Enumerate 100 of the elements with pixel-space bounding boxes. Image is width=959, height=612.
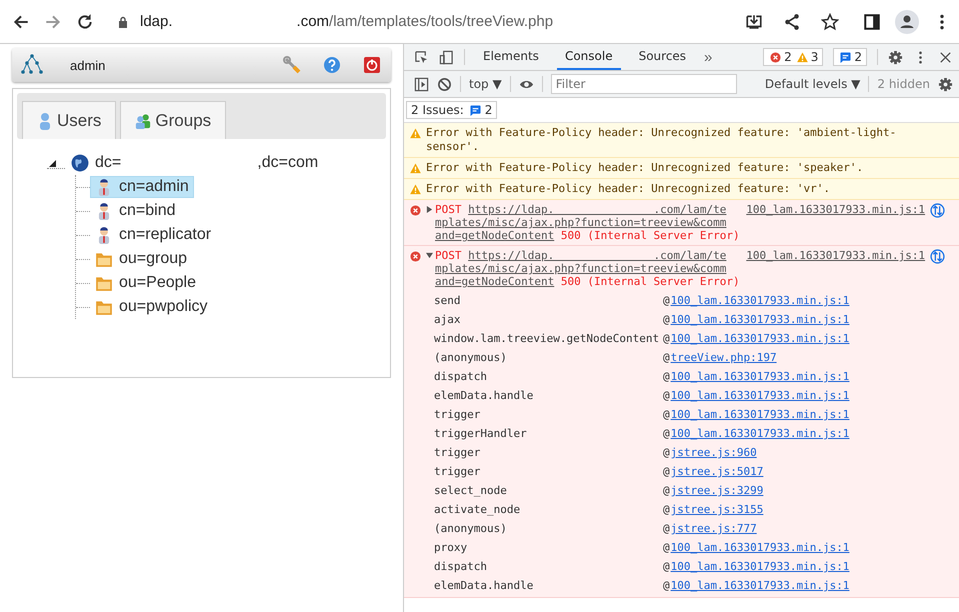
stack-source-link[interactable]: jstree.js:777 (670, 522, 757, 535)
clear-icon[interactable] (437, 76, 452, 92)
user-icon (37, 112, 53, 130)
at-sign: @ (663, 446, 670, 459)
inspect-icon[interactable] (414, 50, 429, 64)
settings-icon[interactable] (888, 50, 903, 64)
at-sign: @ (663, 560, 670, 573)
more-tabs-button[interactable]: » (704, 48, 712, 66)
warning-icon (410, 184, 421, 195)
network-icon[interactable] (930, 203, 946, 218)
back-icon[interactable] (12, 12, 30, 30)
install-icon[interactable] (745, 12, 763, 30)
tree-node[interactable]: ou=group (90, 248, 192, 270)
stack-source-link[interactable]: jstree.js:3299 (670, 484, 764, 497)
avatar-icon[interactable] (895, 10, 919, 34)
user-name: admin (70, 58, 106, 72)
stack-source-link[interactable]: 100_lam.1633017933.min.js:1 (670, 332, 850, 345)
tree-node[interactable]: cn=admin (90, 176, 194, 198)
stack-function: activate_node (434, 503, 522, 516)
devtools-tab[interactable]: Elements (475, 44, 547, 70)
warning-icon (796, 52, 808, 62)
message-icon (470, 104, 481, 116)
message-icon (840, 52, 852, 62)
at-sign: @ (663, 332, 670, 345)
stack-source-link[interactable]: 100_lam.1633017933.min.js:1 (670, 541, 850, 554)
logout-icon[interactable] (363, 56, 381, 74)
source-link[interactable]: 100_lam.1633017933.min.js:1 (746, 203, 926, 216)
expander-icon[interactable] (47, 158, 65, 168)
at-sign: @ (663, 427, 670, 440)
stack-source-link[interactable]: 100_lam.1633017933.min.js:1 (670, 579, 850, 592)
stack-source-link[interactable]: jstree.js:5017 (670, 465, 764, 478)
side-panel-icon[interactable] (863, 12, 881, 30)
warning-icon (410, 163, 421, 174)
tab[interactable]: Users (22, 101, 116, 139)
at-sign: @ (663, 294, 670, 307)
disclosure-icon[interactable] (426, 252, 433, 259)
tree-node[interactable]: dc= ,dc=com (95, 154, 318, 172)
tab[interactable]: Groups (120, 101, 226, 139)
levels-select[interactable]: Default levels ▼ (764, 77, 860, 91)
at-sign: @ (663, 389, 670, 402)
error-message: POST https://ldap. .com/lam/templates/misc/ajax.php?function=treeview&command=getNodeContent 500 (Internal Server Error) (435, 203, 741, 242)
issues-count[interactable]: 2 (833, 48, 867, 66)
error-message: POST https://ldap. .com/lam/templates/misc/ajax.php?function=treeview&command=getNodeContent 500 (Internal Server Error) (435, 249, 741, 288)
reload-icon[interactable] (76, 12, 94, 30)
url-domain: .com (296, 13, 330, 30)
at-sign: @ (663, 522, 670, 535)
sidebar-toggle-icon[interactable] (414, 76, 429, 92)
at-sign: @ (663, 370, 670, 383)
stack-function: proxy (434, 541, 468, 554)
stack-function: elemData.handle (434, 389, 534, 402)
context-select[interactable]: top ▼ (469, 77, 502, 91)
error-icon (770, 52, 782, 62)
message-counts[interactable]: 2 3 (763, 48, 824, 66)
filter-field[interactable]: Filter (550, 74, 737, 94)
stack-function: select_node (434, 484, 508, 497)
stack-source-link[interactable]: treeView.php:197 (670, 351, 777, 364)
stack-function: (anonymous) (434, 522, 508, 535)
hidden-count: 2 hidden (877, 77, 930, 91)
at-sign: @ (663, 465, 670, 478)
group-icon (135, 112, 152, 130)
url-path: /lam/templates/tools/treeView.php (329, 13, 554, 30)
stack-function: ajax (434, 313, 462, 326)
devtools-tab[interactable]: Sources (630, 44, 694, 70)
stack-function: trigger (434, 408, 482, 421)
disclosure-icon[interactable] (426, 206, 433, 213)
tree-node[interactable]: ou=People (90, 272, 201, 294)
stack-source-link[interactable]: 100_lam.1633017933.min.js:1 (670, 370, 850, 383)
stack-function: triggerHandler (434, 427, 528, 440)
share-icon[interactable] (783, 12, 801, 30)
settings-icon[interactable] (938, 76, 953, 92)
close-icon[interactable] (938, 50, 953, 64)
lock-icon (118, 16, 128, 28)
network-icon[interactable] (930, 249, 946, 264)
stack-source-link[interactable]: 100_lam.1633017933.min.js:1 (670, 294, 850, 307)
tree-node[interactable]: cn=bind (90, 200, 180, 222)
tree-node[interactable]: cn=replicator (90, 224, 216, 246)
stack-source-link[interactable]: jstree.js:3155 (670, 503, 764, 516)
stack-function: elemData.handle (434, 579, 534, 592)
globe-icon (71, 154, 89, 172)
warning-message: Error with Feature-Policy header: Unrecognized feature: 'vr'. (426, 182, 831, 196)
star-icon[interactable] (821, 12, 839, 30)
issues-button[interactable]: 2 Issues: 2 (406, 101, 498, 119)
help-icon[interactable] (323, 56, 341, 74)
forward-icon[interactable] (44, 12, 62, 30)
stack-function: dispatch (434, 370, 488, 383)
stack-source-link[interactable]: jstree.js:960 (670, 446, 757, 459)
stack-source-link[interactable]: 100_lam.1633017933.min.js:1 (670, 408, 850, 421)
source-link[interactable]: 100_lam.1633017933.min.js:1 (746, 249, 926, 262)
tree-node[interactable]: ou=pwpolicy (90, 296, 212, 318)
stack-source-link[interactable]: 100_lam.1633017933.min.js:1 (670, 560, 850, 573)
device-icon[interactable] (439, 50, 454, 64)
stack-function: (anonymous) (434, 351, 508, 364)
at-sign: @ (663, 484, 670, 497)
at-sign: @ (663, 351, 670, 364)
stack-source-link[interactable]: 100_lam.1633017933.min.js:1 (670, 313, 850, 326)
at-sign: @ (663, 313, 670, 326)
tree-logo-icon (20, 53, 44, 77)
warning-message: Error with Feature-Policy header: Unrecognized feature: 'ambient-light-sensor'. (426, 126, 898, 154)
stack-source-link[interactable]: 100_lam.1633017933.min.js:1 (670, 427, 850, 440)
stack-source-link[interactable]: 100_lam.1633017933.min.js:1 (670, 389, 850, 402)
